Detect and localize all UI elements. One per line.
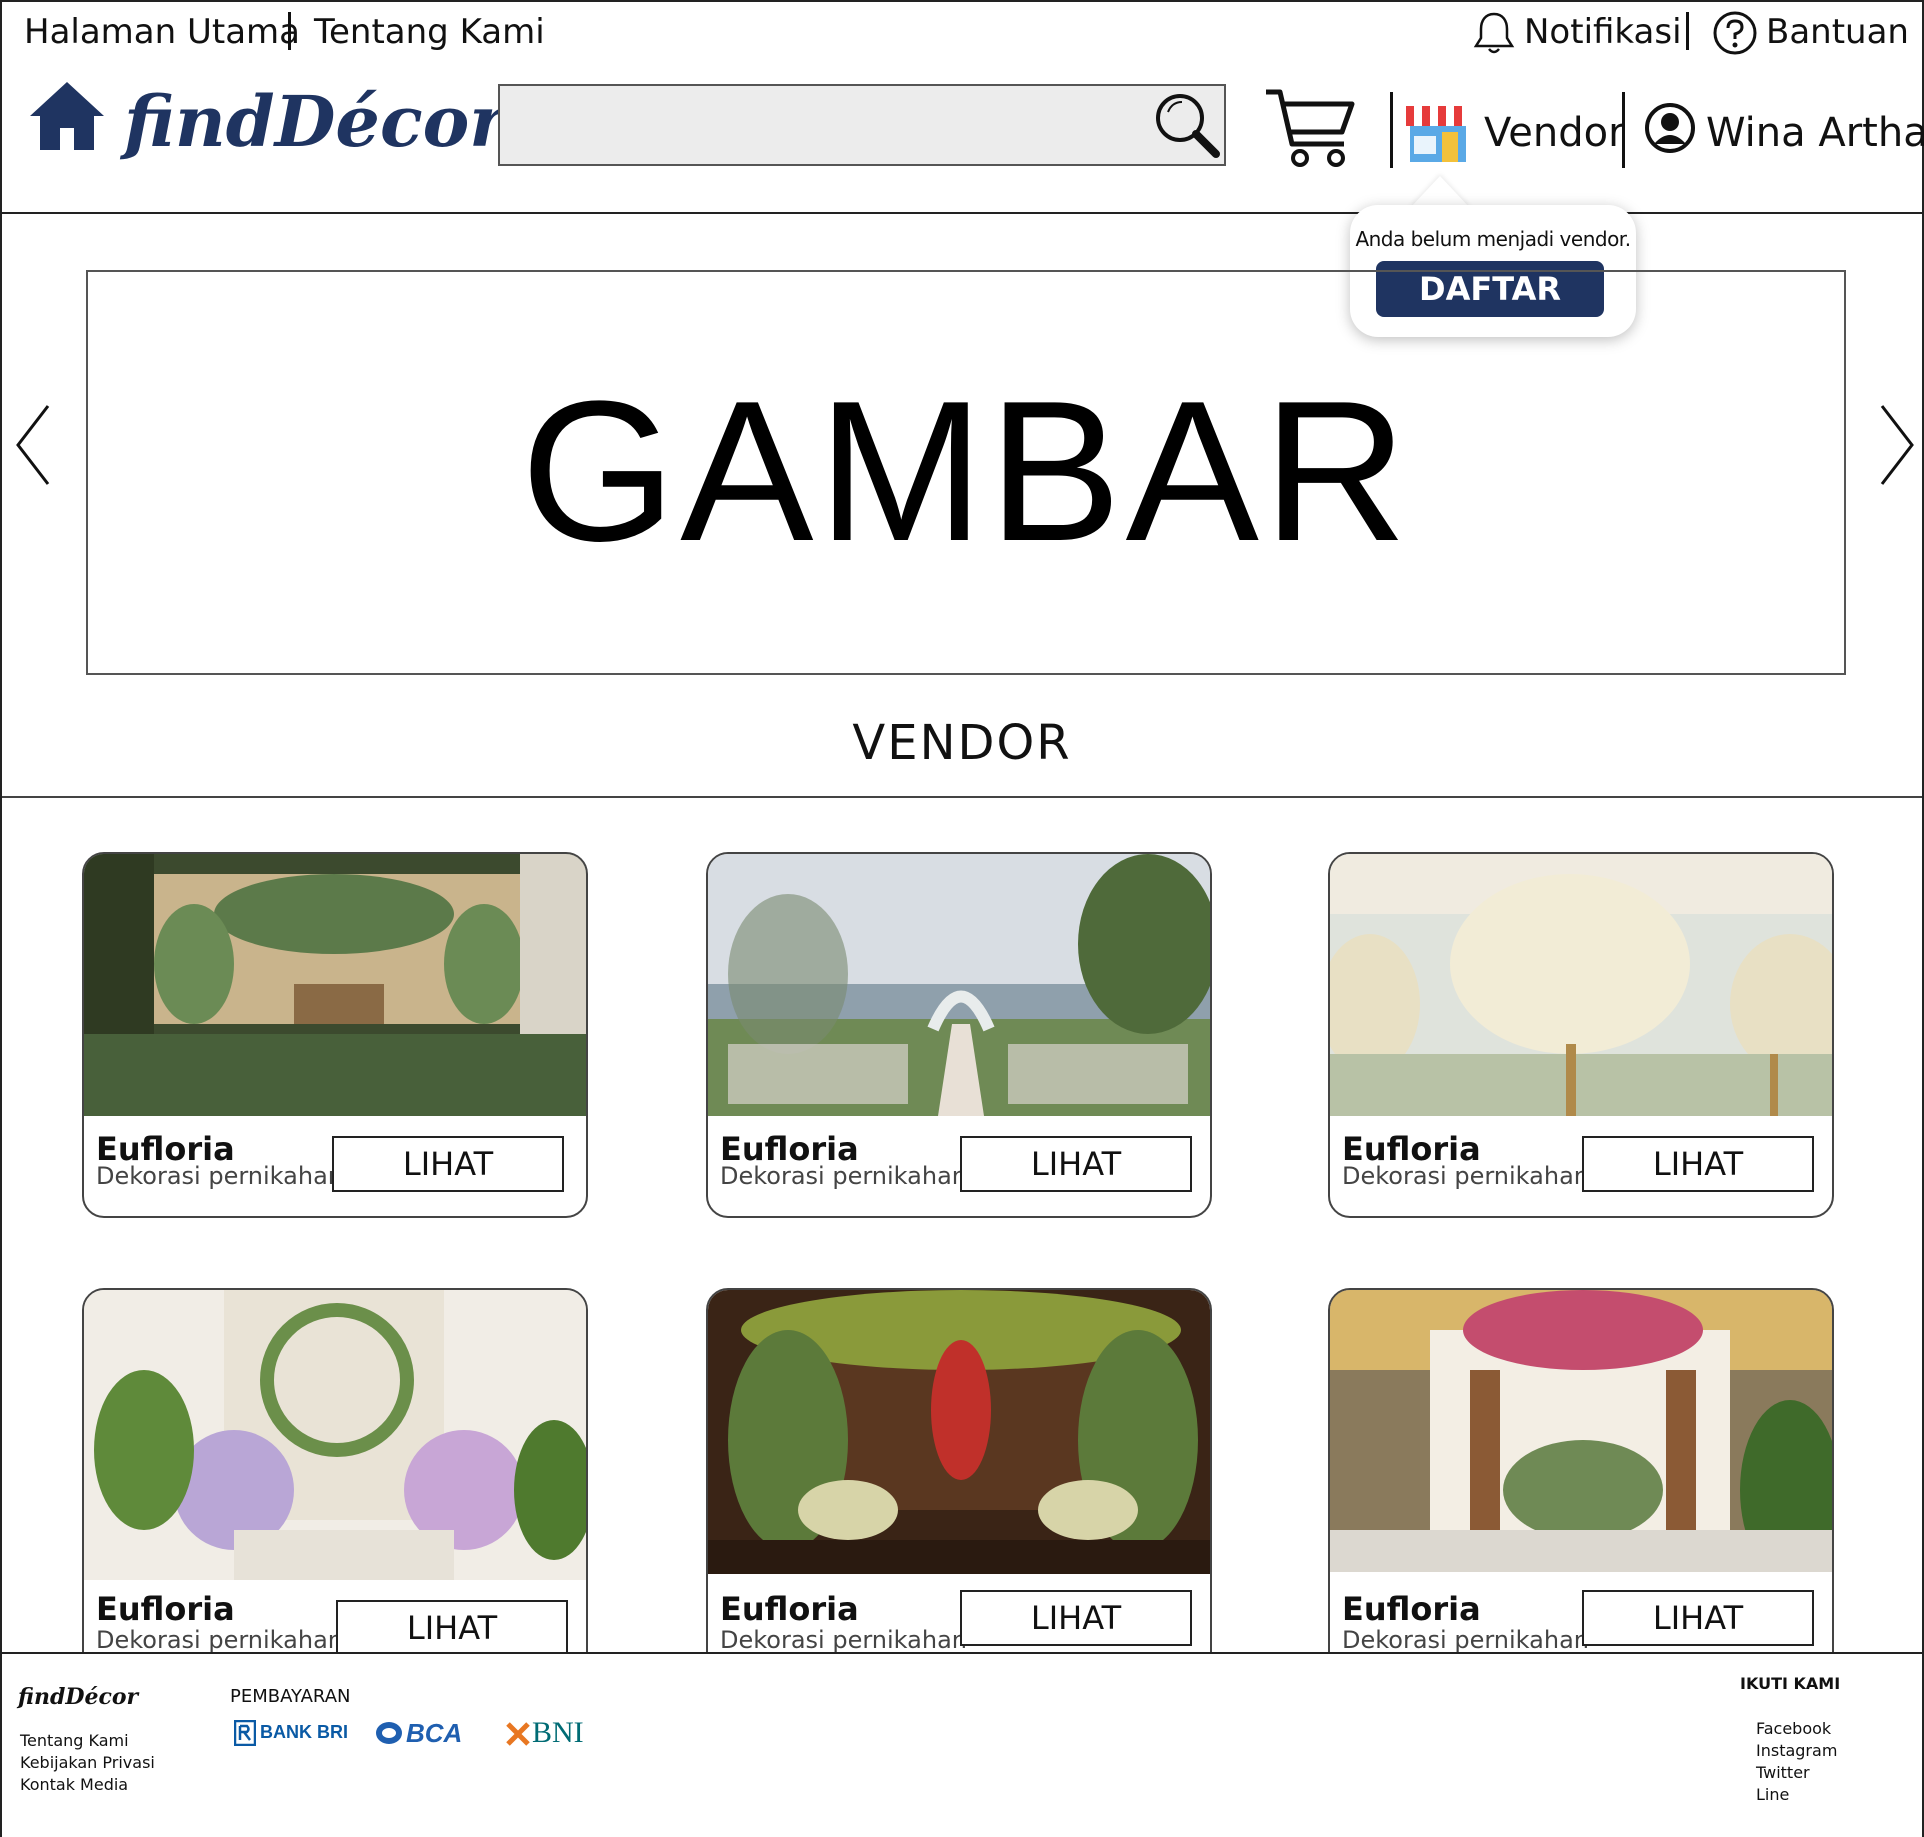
chevron-right-icon[interactable] [1876, 404, 1916, 486]
payment-bca: BCA [406, 1718, 463, 1748]
payment-bri: BANK BRI [260, 1722, 348, 1742]
vendor-card[interactable]: Eufloria Dekorasi pernikahan LIHAT [706, 1288, 1212, 1652]
bell-icon[interactable] [1472, 10, 1516, 56]
vendor-link[interactable]: Vendor [1484, 110, 1625, 156]
vendor-photo [84, 1290, 586, 1580]
vendor-card[interactable]: Eufloria Dekorasi pernikahan LIHAT [1328, 1288, 1834, 1652]
home-icon[interactable] [28, 78, 106, 152]
vendor-category: Dekorasi pernikahan [1342, 1162, 1589, 1190]
vendor-card[interactable]: Eufloria Dekorasi pernikahan LIHAT [706, 852, 1212, 1218]
view-vendor-button[interactable]: LIHAT [336, 1600, 568, 1652]
social-twitter[interactable]: Twitter [1756, 1762, 1810, 1784]
social-facebook[interactable]: Facebook [1756, 1718, 1831, 1740]
view-vendor-button[interactable]: LIHAT [332, 1136, 564, 1192]
footer-link-privacy[interactable]: Kebijakan Privasi [20, 1752, 155, 1774]
footer-link-media[interactable]: Kontak Media [20, 1774, 128, 1796]
chevron-left-icon[interactable] [14, 404, 54, 486]
vendor-photo [708, 854, 1210, 1116]
bni-logo-icon [506, 1722, 530, 1746]
vendor-card[interactable]: Eufloria Dekorasi pernikahan LIHAT [82, 1288, 588, 1652]
search-input[interactable] [498, 84, 1226, 166]
view-vendor-button[interactable]: LIHAT [1582, 1136, 1814, 1192]
banner-placeholder: GAMBAR [520, 360, 1412, 583]
vendor-category: Dekorasi pernikahan [96, 1626, 343, 1652]
nav-home-link[interactable]: Halaman Utama [24, 10, 300, 54]
bca-logo-icon [376, 1722, 402, 1744]
vendor-photo [84, 854, 586, 1116]
divider [2, 796, 1922, 798]
store-icon[interactable] [1404, 102, 1472, 164]
divider [1686, 12, 1689, 50]
social-line[interactable]: Line [1756, 1784, 1789, 1806]
vendor-photo [708, 1290, 1210, 1574]
help-link[interactable]: Bantuan [1766, 10, 1909, 54]
tooltip-arrow [1410, 176, 1470, 208]
vendor-grid: Eufloria Dekorasi pernikahan LIHAT Euflo… [0, 800, 1924, 1652]
divider [1390, 92, 1393, 168]
follow-title: IKUTI KAMI [1740, 1674, 1841, 1693]
bri-logo-icon [234, 1720, 256, 1746]
view-vendor-button[interactable]: LIHAT [1582, 1590, 1814, 1646]
vendor-name: Eufloria [1342, 1590, 1481, 1628]
social-instagram[interactable]: Instagram [1756, 1740, 1837, 1762]
nav-about-link[interactable]: Tentang Kami [314, 10, 545, 54]
payment-title: PEMBAYARAN [230, 1686, 351, 1707]
view-vendor-button[interactable]: LIHAT [960, 1590, 1192, 1646]
cart-icon[interactable] [1262, 84, 1358, 170]
section-title: VENDOR [852, 715, 1072, 771]
vendor-category: Dekorasi pernikahan [720, 1626, 967, 1652]
vendor-name: Eufloria [720, 1590, 859, 1628]
banner-carousel[interactable]: GAMBAR [86, 270, 1846, 675]
vendor-category: Dekorasi pernikahan [96, 1162, 343, 1190]
footer-link-about[interactable]: Tentang Kami [20, 1730, 129, 1752]
user-icon[interactable] [1644, 102, 1696, 154]
view-vendor-button[interactable]: LIHAT [960, 1136, 1192, 1192]
search-icon[interactable] [1152, 90, 1222, 160]
vendor-photo [1330, 854, 1832, 1116]
footer-logo[interactable]: findDécor [18, 1684, 138, 1710]
vendor-photo [1330, 1290, 1832, 1572]
user-menu[interactable]: Wina Artha [1706, 110, 1924, 156]
vendor-card[interactable]: Eufloria Dekorasi pernikahan LIHAT [82, 852, 588, 1218]
vendor-category: Dekorasi pernikahan [1342, 1626, 1589, 1652]
vendor-category: Dekorasi pernikahan [720, 1162, 967, 1190]
notifications-link[interactable]: Notifikasi [1524, 10, 1682, 54]
payment-bni: BNI [532, 1716, 584, 1749]
help-icon[interactable] [1712, 10, 1758, 56]
tooltip-message: Anda belum menjadi vendor. [1355, 227, 1631, 251]
logo[interactable]: findDécor [124, 80, 506, 163]
vendor-name: Eufloria [96, 1590, 235, 1628]
divider [1622, 92, 1625, 168]
footer: findDécor Tentang Kami Kebijakan Privasi… [2, 1652, 1922, 1837]
divider [288, 12, 291, 50]
vendor-card[interactable]: Eufloria Dekorasi pernikahan LIHAT [1328, 852, 1834, 1218]
